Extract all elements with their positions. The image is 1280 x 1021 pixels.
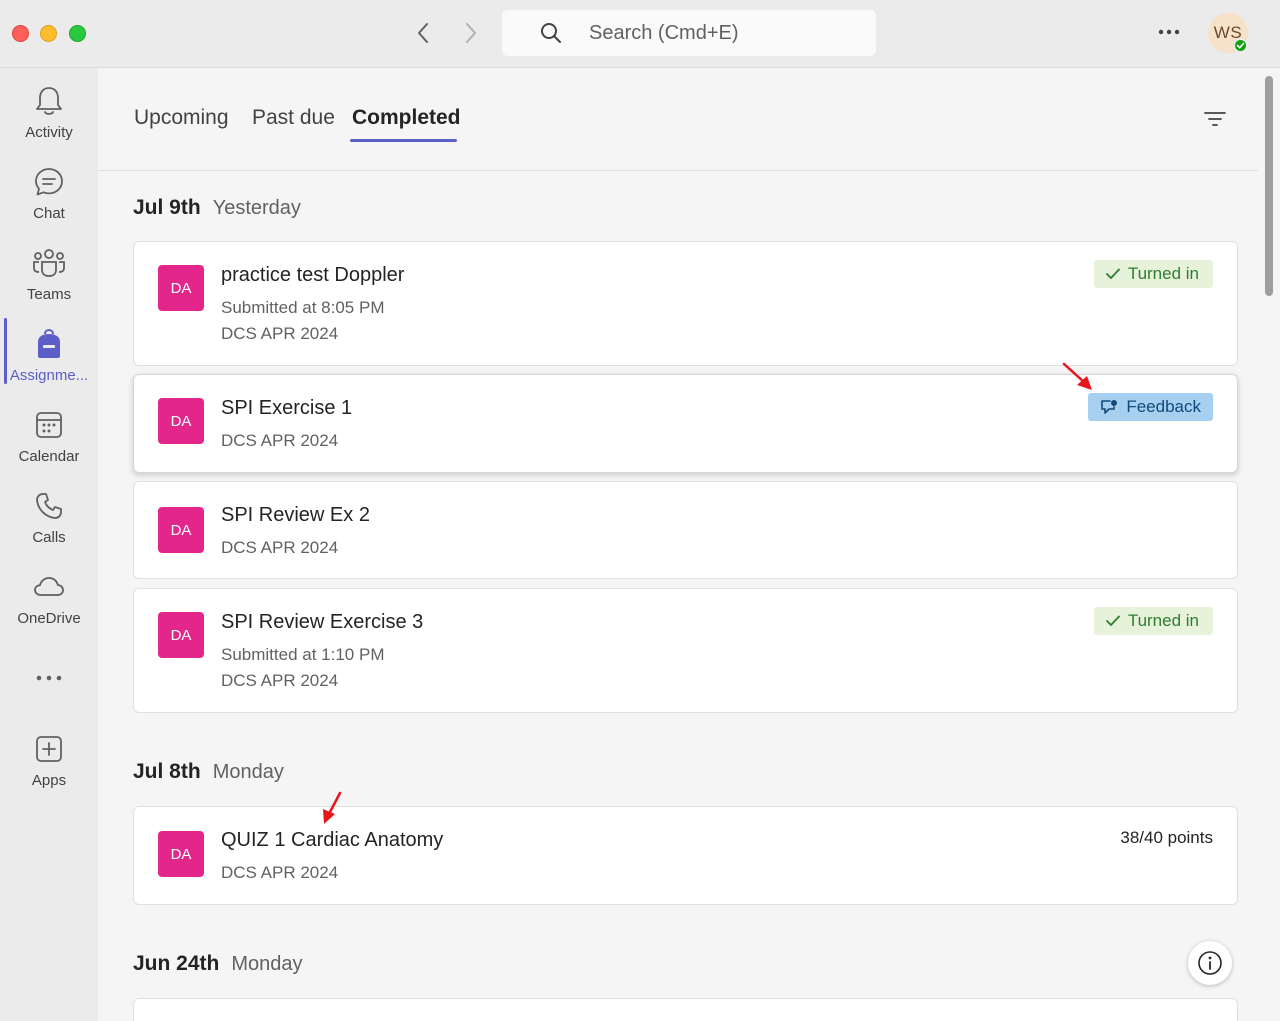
date-label: Jul 8th (133, 760, 201, 783)
tab-selected-indicator (350, 139, 457, 142)
class-badge: DA (158, 398, 204, 444)
checkmark-icon (1105, 268, 1120, 280)
minimize-window-button[interactable] (40, 25, 57, 42)
rail-item-onedrive[interactable]: OneDrive (0, 562, 98, 634)
info-icon (1198, 951, 1222, 975)
calendar-icon (32, 408, 66, 442)
day-label: Monday (231, 953, 303, 975)
rail-item-chat[interactable]: Chat (0, 157, 98, 229)
search-icon (540, 21, 564, 45)
tab-upcoming[interactable]: Upcoming (134, 106, 229, 130)
submitted-time: Submitted at 8:05 PM (221, 298, 385, 317)
class-name: DCS APR 2024 (221, 324, 339, 343)
rail-item-activity[interactable]: Activity (0, 76, 98, 148)
presence-available-icon (1233, 38, 1248, 53)
assignment-card[interactable]: DA practice test Doppler Submitted at 8:… (133, 241, 1238, 366)
info-button[interactable] (1188, 941, 1232, 985)
assignment-card[interactable]: DA SPI Review Exercise 3 Submitted at 1:… (133, 588, 1238, 713)
rail-label: OneDrive (17, 610, 81, 627)
date-group-header: Jul 9th Yesterday (133, 196, 301, 220)
teams-icon (32, 246, 66, 280)
assignment-title: SPI Review Exercise 3 (221, 611, 424, 633)
close-window-button[interactable] (12, 25, 29, 42)
assignment-title: SPI Review Ex 2 (221, 504, 370, 526)
date-group-header: Jun 24th Monday (133, 952, 303, 976)
rail-label: Activity (25, 124, 73, 141)
tab-past-due[interactable]: Past due (252, 106, 335, 130)
feedback-badge[interactable]: Feedback (1088, 393, 1213, 421)
status-text: Turned in (1127, 264, 1199, 283)
date-group-header: Jul 8th Monday (133, 760, 284, 784)
ellipsis-icon (32, 662, 66, 694)
rail-more-apps-button[interactable] (0, 654, 98, 694)
tab-completed[interactable]: Completed (352, 106, 461, 130)
class-badge: DA (158, 831, 204, 877)
assignment-card[interactable]: DA QUIZ 1 Cardiac Anatomy DCS APR 2024 3… (133, 806, 1238, 905)
search-placeholder: Search (Cmd+E) (589, 21, 739, 44)
rail-item-apps[interactable]: Apps (0, 724, 98, 796)
rail-label: Calendar (18, 448, 80, 465)
rail-label: Apps (31, 772, 67, 789)
status-badge: Turned in (1093, 260, 1213, 288)
assignment-title: practice test Doppler (221, 264, 405, 286)
day-label: Monday (212, 761, 284, 783)
assignment-card[interactable]: DA SPI Review Ex 2 DCS APR 2024 (133, 481, 1238, 579)
status-text: Turned in (1127, 611, 1199, 630)
rail-label: Assignme... (9, 367, 89, 384)
zoom-window-button[interactable] (69, 25, 86, 42)
class-name: DCS APR 2024 (221, 863, 339, 882)
class-badge: DA (158, 612, 204, 658)
submitted-time: Submitted at 1:10 PM (221, 645, 385, 664)
date-label: Jun 24th (133, 952, 220, 975)
annotation-arrow-icon (1062, 362, 1092, 390)
chevron-right-icon (466, 23, 476, 43)
search-box[interactable]: Search (Cmd+E) (502, 10, 876, 56)
rail-label: Calls (32, 529, 66, 546)
cloud-icon (32, 570, 66, 604)
app-rail: Activity Chat Teams Assignme... Calendar… (0, 68, 98, 1021)
chevron-left-icon (418, 23, 428, 43)
assignment-title: SPI Exercise 1 (221, 397, 353, 419)
status-badge: Turned in (1093, 607, 1213, 635)
filter-icon (1204, 112, 1226, 126)
points-score: 38/40 points (1120, 828, 1213, 847)
class-name: DCS APR 2024 (221, 671, 339, 690)
class-name: DCS APR 2024 (221, 431, 339, 450)
scrollbar-thumb[interactable] (1265, 76, 1273, 296)
plus-square-icon (32, 732, 66, 766)
chat-icon (32, 165, 66, 199)
assignment-card[interactable] (133, 998, 1238, 1021)
assignments-pane: Upcoming Past due Completed Jul 9th Yest… (98, 68, 1280, 1021)
rail-item-calendar[interactable]: Calendar (0, 400, 98, 472)
rail-item-teams[interactable]: Teams (0, 238, 98, 310)
assignment-title: QUIZ 1 Cardiac Anatomy (221, 829, 444, 851)
checkmark-icon (1105, 615, 1120, 627)
class-badge: DA (158, 507, 204, 553)
more-options-button[interactable] (1155, 20, 1183, 44)
filter-button[interactable] (1204, 108, 1226, 130)
class-name: DCS APR 2024 (221, 538, 339, 557)
feedback-icon (1100, 399, 1118, 415)
tab-bar: Upcoming Past due Completed (98, 68, 1258, 171)
rail-label: Chat (33, 205, 65, 222)
title-bar: Search (Cmd+E) WS (0, 0, 1280, 68)
backpack-icon (32, 327, 66, 361)
day-label: Yesterday (212, 197, 301, 219)
class-badge: DA (158, 265, 204, 311)
status-text: Feedback (1126, 397, 1201, 416)
bell-icon (32, 84, 66, 118)
annotation-arrow-icon (323, 791, 342, 824)
date-label: Jul 9th (133, 196, 201, 219)
rail-item-calls[interactable]: Calls (0, 481, 98, 553)
phone-icon (32, 489, 66, 523)
back-button[interactable] (410, 20, 436, 46)
rail-item-assignments[interactable]: Assignme... (0, 319, 98, 391)
ellipsis-icon (1158, 29, 1180, 35)
rail-label: Teams (26, 286, 72, 303)
forward-button[interactable] (458, 20, 484, 46)
